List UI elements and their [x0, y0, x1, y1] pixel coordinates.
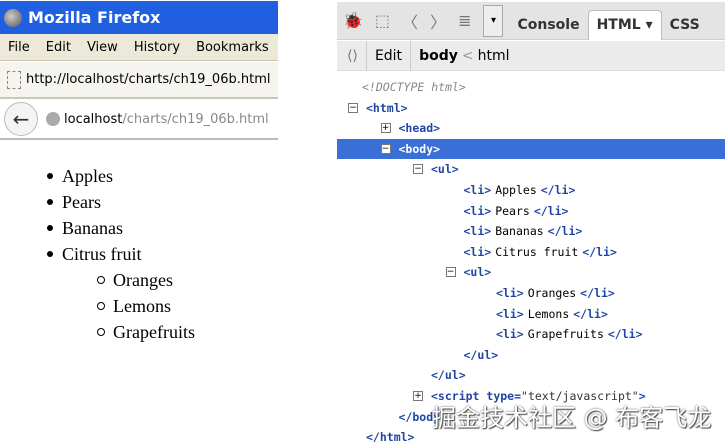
token-txt: Grapefruits [527, 327, 604, 342]
edit-button[interactable]: Edit [375, 48, 402, 64]
dropdown-button[interactable]: ▾ [483, 4, 504, 37]
tree-node[interactable]: − <html> [337, 98, 725, 118]
token-tag: <ul> [463, 265, 492, 280]
sub-list-item: Lemons [97, 294, 171, 318]
token-tag: </li> [607, 327, 643, 342]
tab-title: http://localhost/charts/ch19_06b.html [26, 72, 271, 87]
url-path[interactable]: /charts/ch19_06b.html [122, 112, 268, 127]
nav-bar: ← localhost/charts/ch19_06b.html [0, 100, 278, 140]
watermark: 掘金技术社区 @ 布客飞龙 [432, 404, 712, 432]
tree-node[interactable]: <li> Grapefruits </li> [337, 324, 725, 344]
token-txt: Pears [495, 203, 530, 218]
tree-node[interactable]: − <ul> [337, 159, 725, 179]
tree-node[interactable]: <li> Oranges </li> [337, 283, 725, 303]
sub-list-item: Grapefruits [97, 320, 195, 344]
page-tab[interactable]: http://localhost/charts/ch19_06b.html [0, 62, 278, 99]
back-button[interactable]: ← [4, 102, 38, 136]
collapse-icon[interactable]: − [348, 102, 358, 113]
tree-node[interactable]: <li> Bananas </li> [337, 221, 725, 241]
list-item: Citrus fruit [47, 242, 142, 266]
tree-node[interactable]: <li> Pears </li> [337, 201, 725, 221]
breadcrumb-bar: ⟨⟩ Edit body < html [337, 40, 725, 71]
tab-console[interactable]: Console [509, 10, 587, 40]
menu-bookmarks[interactable]: Bookmarks [196, 40, 269, 55]
token-tag: <li> [496, 306, 524, 321]
token-tag: </ul> [463, 347, 499, 362]
menu-lines-icon[interactable]: ≣ [458, 11, 471, 30]
list-item: Pears [47, 190, 101, 214]
token-tag: </li> [547, 224, 583, 239]
url-host[interactable]: localhost [64, 112, 122, 127]
menu-file[interactable]: File [8, 40, 30, 55]
tree-node[interactable]: <li> Apples </li> [337, 180, 725, 200]
page-icon [7, 70, 21, 89]
token-tag: <head> [398, 121, 441, 136]
globe-icon [46, 112, 60, 126]
tree-node[interactable]: </ul> [337, 365, 725, 385]
breadcrumb-html[interactable]: html [478, 48, 510, 64]
token-tag: <html> [366, 100, 408, 115]
menu-view[interactable]: View [87, 40, 118, 55]
token-txt: Citrus fruit [495, 244, 579, 259]
menu-edit[interactable]: Edit [46, 40, 71, 55]
firefox-window: Mozilla Firefox File Edit View History B… [0, 0, 278, 142]
firebug-bug-icon[interactable]: 🐞 [343, 11, 363, 30]
back-chevron-icon[interactable]: 〈 [402, 9, 418, 33]
breadcrumb-separator: < [461, 47, 474, 64]
list-item: Bananas [47, 216, 123, 240]
token-tag: <li> [463, 183, 492, 197]
token-tag: <li> [463, 203, 492, 218]
firebug-toolbar: 🐞 ⬚ 〈 〉 ≣ ▾ Console HTML ▾ CSS [337, 2, 725, 40]
token-tag: <li> [496, 327, 524, 342]
firebug-panel: 🐞 ⬚ 〈 〉 ≣ ▾ Console HTML ▾ CSS ⟨⟩ Edit b… [337, 0, 725, 445]
tree-node[interactable]: </ul> [337, 345, 725, 365]
token-tag: <body> [398, 141, 441, 156]
token-tag: </html> [366, 430, 415, 445]
token-doc: <!DOCTYPE html> [362, 80, 466, 94]
tree-node[interactable]: <!DOCTYPE html> [337, 77, 725, 97]
token-tag: </li> [582, 244, 617, 259]
collapse-icon[interactable]: − [413, 164, 423, 175]
token-tag: </li> [540, 183, 576, 197]
token-txt: Apples [495, 183, 537, 197]
breadcrumb-body[interactable]: body [419, 48, 458, 64]
forward-chevron-icon[interactable]: 〉 [430, 9, 446, 33]
token-tag: </ul> [431, 368, 466, 383]
tree-node[interactable]: − <ul> [337, 262, 725, 282]
source-view-icon[interactable]: ⟨⟩ [347, 48, 358, 64]
token-tag: </li> [580, 286, 615, 300]
expand-icon[interactable]: + [380, 123, 391, 134]
window-title: Mozilla Firefox [28, 8, 161, 27]
tree-node[interactable]: − <body> [337, 138, 725, 159]
token-tag: <ul> [431, 162, 459, 177]
token-txt: Lemons [527, 306, 570, 321]
inspect-icon[interactable]: ⬚ [375, 11, 390, 30]
expand-icon[interactable]: + [413, 391, 423, 401]
firefox-logo-icon [4, 8, 22, 27]
menu-bar: File Edit View History Bookmarks [0, 34, 278, 61]
title-bar: Mozilla Firefox [0, 1, 278, 34]
tab-html[interactable]: HTML ▾ [587, 9, 662, 40]
collapse-icon[interactable]: − [380, 143, 391, 154]
sub-list-item: Oranges [97, 268, 173, 292]
token-txt: Oranges [527, 286, 577, 300]
token-tag: <li> [463, 244, 492, 259]
tree-node[interactable]: <li> Citrus fruit </li> [337, 242, 725, 262]
token-tag: <li> [463, 224, 492, 239]
token-txt: Bananas [495, 224, 544, 239]
collapse-icon[interactable]: − [445, 267, 456, 278]
token-tag: </li> [573, 306, 608, 321]
list-item: Apples [47, 164, 113, 188]
tree-node[interactable]: <li> Lemons </li> [337, 304, 725, 324]
tab-css[interactable]: CSS [662, 10, 708, 40]
menu-history[interactable]: History [134, 40, 180, 55]
tree-node[interactable]: + <head> [337, 118, 725, 138]
token-tag: </li> [533, 203, 569, 218]
token-tag: <li> [496, 286, 524, 300]
